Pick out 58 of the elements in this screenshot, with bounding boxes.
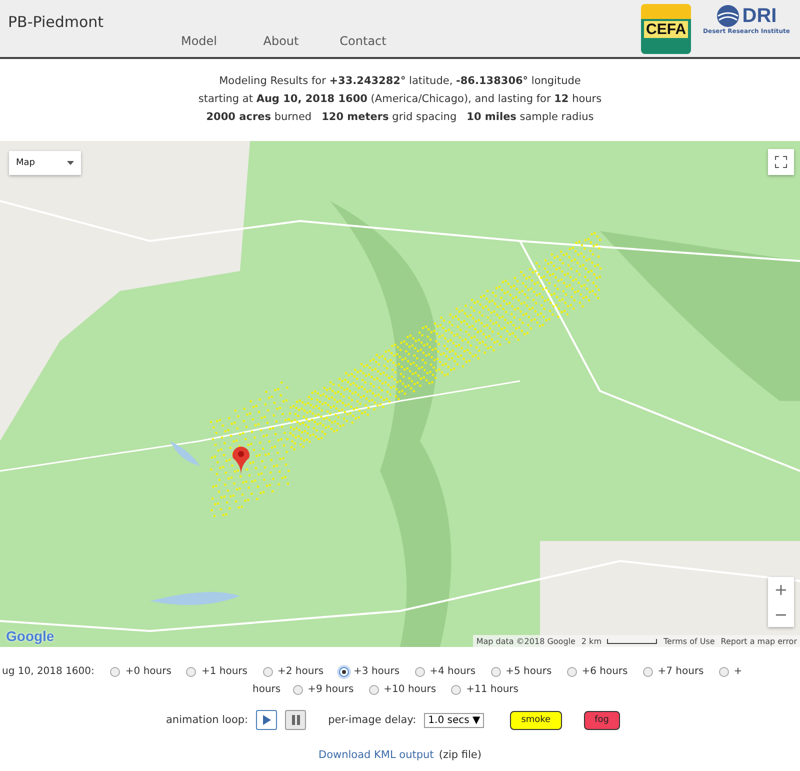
delay-label: per-image delay: bbox=[328, 714, 416, 726]
radio-button[interactable] bbox=[642, 666, 653, 676]
radio-button[interactable] bbox=[110, 666, 120, 676]
layer-toggle[interactable]: smoke bbox=[510, 710, 562, 730]
download-link[interactable]: Download KML output bbox=[318, 749, 434, 761]
time-option[interactable]: +3 hours bbox=[338, 666, 400, 677]
nav-link[interactable]: About bbox=[240, 34, 322, 50]
time-option[interactable]: +10 hours bbox=[368, 684, 436, 695]
delay-dropdown[interactable]: 1.0 secs ▼ bbox=[424, 712, 484, 728]
radio-button[interactable] bbox=[368, 684, 379, 694]
animation-label: animation loop: bbox=[166, 714, 248, 726]
cefa-logo: CEFA bbox=[641, 4, 692, 54]
radio-button[interactable] bbox=[292, 684, 303, 694]
radio-button[interactable] bbox=[186, 666, 196, 676]
radio-button[interactable] bbox=[262, 666, 272, 676]
download-note: (zip file) bbox=[438, 749, 482, 761]
time-option[interactable]: +9 hours bbox=[292, 684, 354, 695]
terms-link[interactable]: Terms of Use bbox=[663, 636, 715, 646]
nav-link[interactable]: Model bbox=[158, 34, 240, 50]
google-logo: Google bbox=[6, 628, 54, 644]
summary-line: starting at Aug 10, 2018 1600 (America/Chicago), and lasting for 12 hours bbox=[198, 92, 602, 107]
summary-line: Modeling Results for +33.243282° latitude, -86.138306° longitude bbox=[219, 74, 581, 89]
report-link[interactable]: Report a map error bbox=[720, 636, 797, 646]
time-label: ug 10, 2018 1600: bbox=[2, 666, 94, 677]
radio-button[interactable] bbox=[451, 684, 462, 694]
time-option[interactable]: +11 hours bbox=[451, 684, 518, 695]
time-option[interactable]: +0 hours bbox=[110, 666, 172, 677]
pause-button[interactable] bbox=[285, 710, 306, 730]
site-title[interactable]: PB-Piedmont bbox=[8, 13, 104, 31]
time-option[interactable]: +6 hours bbox=[566, 666, 628, 677]
play-icon bbox=[262, 715, 271, 725]
fullscreen-button[interactable] bbox=[768, 149, 794, 175]
time-option[interactable]: +1 hours bbox=[186, 666, 248, 677]
time-option[interactable]: + bbox=[718, 666, 742, 677]
time-option[interactable]: +5 hours bbox=[490, 666, 552, 677]
map-pin-icon bbox=[231, 445, 251, 475]
play-button[interactable] bbox=[256, 710, 278, 730]
pause-icon bbox=[292, 715, 300, 725]
time-option[interactable]: +2 hours bbox=[262, 666, 324, 677]
map-data-credit: Map data ©2018 Google bbox=[476, 636, 576, 646]
radio-button[interactable] bbox=[414, 666, 425, 676]
scale-bar bbox=[607, 638, 658, 644]
radio-button[interactable] bbox=[566, 666, 577, 676]
scale-label: 2 km bbox=[581, 636, 602, 646]
fullscreen-icon bbox=[775, 156, 787, 168]
time-option[interactable]: +7 hours bbox=[642, 666, 704, 677]
summary-line: 2000 acres burned 120 meters grid spacing 10 miles sample radius bbox=[206, 110, 594, 125]
zoom-out-button[interactable]: − bbox=[768, 602, 794, 627]
zoom-in-button[interactable]: + bbox=[768, 577, 794, 602]
radio-button[interactable] bbox=[490, 666, 501, 676]
nav-link[interactable]: Contact bbox=[322, 34, 404, 50]
time-label: hours bbox=[252, 684, 281, 695]
map-type-dropdown[interactable]: Map bbox=[9, 151, 81, 175]
caret-icon bbox=[67, 161, 74, 165]
time-option[interactable]: +4 hours bbox=[414, 666, 476, 677]
layer-toggle[interactable]: fog bbox=[584, 710, 620, 730]
radio-button[interactable] bbox=[338, 666, 349, 676]
radio-button[interactable] bbox=[718, 666, 729, 676]
